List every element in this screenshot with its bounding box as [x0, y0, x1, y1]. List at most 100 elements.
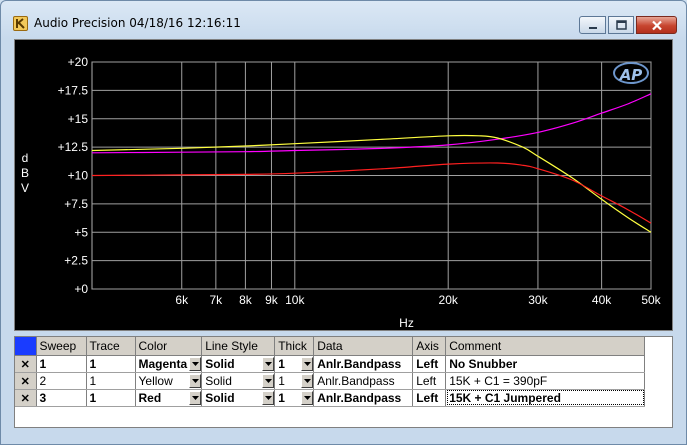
column-header-thick[interactable]: Thick: [274, 337, 315, 356]
series-line-3: [91, 162, 652, 224]
ap-logo: AP: [613, 62, 649, 84]
row-enable-checkbox[interactable]: ✕: [15, 389, 37, 407]
x-tick-label: 9k: [265, 293, 279, 307]
y-tick-label: +20: [68, 55, 89, 69]
line-style-value: Solid: [205, 373, 232, 388]
row-enable-checkbox[interactable]: ✕: [15, 372, 37, 390]
close-icon: [651, 20, 662, 30]
cell-color[interactable]: Yellow: [135, 372, 203, 390]
minimize-icon: [588, 27, 597, 29]
cell-thick[interactable]: 1: [274, 372, 315, 390]
color-value: Magenta: [138, 356, 188, 371]
dropdown-arrow-icon: [192, 378, 200, 383]
series-line-2: [91, 134, 652, 233]
cell-data[interactable]: Anlr.Bandpass: [313, 372, 414, 390]
color-dropdown-button[interactable]: [189, 390, 201, 405]
cell-line-style[interactable]: Solid: [201, 372, 276, 390]
cell-axis[interactable]: Left: [412, 355, 447, 373]
minimize-button[interactable]: [579, 16, 606, 34]
select-all-corner[interactable]: [15, 337, 37, 356]
line-style-value: Solid: [205, 390, 235, 405]
frequency-response-graph[interactable]: +20 +17.5 +15 +12.5 +10 +7.5 +5 +2.5 +0 6k 7k 8k 9k 1…: [14, 39, 673, 331]
line-style-dropdown-button[interactable]: [262, 356, 274, 371]
cell-data[interactable]: Anlr.Bandpass: [313, 389, 414, 407]
maximize-icon: [615, 20, 627, 30]
table-row[interactable]: ✕ 1 1 Magenta Solid 1 Anlr.Bandpass Left No Snub…: [15, 355, 646, 373]
cell-color[interactable]: Red: [135, 389, 203, 407]
table-row[interactable]: ✕ 2 1 Yellow Solid 1 Anlr.Bandpass Left 15K + C1…: [15, 372, 646, 390]
x-axis-label: Hz: [399, 316, 414, 330]
column-header-data[interactable]: Data: [313, 337, 414, 356]
checkbox-x-icon: ✕: [20, 375, 30, 388]
cell-trace[interactable]: 1: [86, 389, 136, 407]
x-tick-label: 40k: [592, 293, 612, 307]
checkbox-x-icon: ✕: [20, 392, 30, 405]
thick-value: 1: [278, 373, 285, 388]
thick-value: 1: [278, 356, 285, 371]
y-tick-label: +10: [68, 169, 89, 183]
row-enable-checkbox[interactable]: ✕: [15, 355, 37, 373]
table-header-row: Sweep Trace Color Line Style Thick Data …: [15, 337, 646, 356]
thick-dropdown-button[interactable]: [301, 390, 313, 405]
cell-line-style[interactable]: Solid: [201, 355, 276, 373]
dropdown-arrow-icon: [304, 361, 312, 366]
y-tick-label: +5: [74, 225, 88, 239]
cell-sweep[interactable]: 3: [36, 389, 87, 407]
dropdown-arrow-icon: [304, 378, 312, 383]
column-header-line-style[interactable]: Line Style: [201, 337, 276, 356]
color-value: Yellow: [138, 373, 173, 388]
line-style-dropdown-button[interactable]: [262, 390, 274, 405]
column-header-sweep[interactable]: Sweep: [36, 337, 87, 356]
color-value: Red: [138, 390, 162, 405]
y-tick-label: +0: [74, 282, 88, 296]
x-tick-label: 8k: [239, 293, 253, 307]
cell-comment[interactable]: No Snubber: [445, 355, 646, 373]
y-tick-label: +12.5: [58, 140, 89, 154]
y-axis-label: dBV: [21, 151, 29, 195]
cell-comment[interactable]: 15K + C1 = 390pF: [445, 372, 646, 390]
x-tick-label: 30k: [528, 293, 548, 307]
dropdown-arrow-icon: [192, 361, 200, 366]
cell-sweep[interactable]: 2: [36, 372, 87, 390]
thick-dropdown-button[interactable]: [301, 356, 313, 371]
cell-trace[interactable]: 1: [86, 355, 136, 373]
x-tick-label: 20k: [439, 293, 459, 307]
window-title: Audio Precision 04/18/16 12:16:11: [34, 16, 241, 30]
sweep-trace-table[interactable]: Sweep Trace Color Line Style Thick Data …: [14, 336, 673, 428]
title-bar[interactable]: Audio Precision 04/18/16 12:16:11: [1, 1, 686, 35]
y-tick-label: +7.5: [64, 197, 88, 211]
thick-dropdown-button[interactable]: [301, 373, 313, 388]
column-header-trace[interactable]: Trace: [86, 337, 136, 356]
cell-line-style[interactable]: Solid: [201, 389, 276, 407]
status-bar: [14, 432, 673, 438]
line-style-dropdown-button[interactable]: [262, 373, 274, 388]
checkbox-x-icon: ✕: [20, 358, 30, 371]
x-tick-label: 6k: [175, 293, 189, 307]
x-tick-label: 50k: [641, 293, 661, 307]
audio-precision-app-icon[interactable]: [13, 16, 28, 31]
table-row[interactable]: ✕ 3 1 Red Solid 1 Anlr.Bandpass Left 15K + C1 Ju…: [15, 389, 646, 407]
series-line-1: [91, 93, 652, 154]
dropdown-arrow-icon: [192, 395, 200, 400]
x-tick-label: 7k: [210, 293, 224, 307]
cell-comment[interactable]: 15K + C1 Jumpered: [445, 389, 646, 407]
cell-axis[interactable]: Left: [412, 389, 447, 407]
cell-sweep[interactable]: 1: [36, 355, 87, 373]
color-dropdown-button[interactable]: [189, 373, 201, 388]
column-header-comment[interactable]: Comment: [445, 337, 646, 356]
dropdown-arrow-icon: [265, 378, 273, 383]
color-dropdown-button[interactable]: [189, 356, 201, 371]
thick-value: 1: [278, 390, 285, 405]
column-header-color[interactable]: Color: [135, 337, 203, 356]
cell-trace[interactable]: 1: [86, 372, 136, 390]
cell-color[interactable]: Magenta: [135, 355, 203, 373]
cell-data[interactable]: Anlr.Bandpass: [313, 355, 414, 373]
y-tick-label: +17.5: [58, 83, 89, 97]
line-style-value: Solid: [205, 356, 235, 371]
maximize-button[interactable]: [608, 16, 634, 34]
cell-axis[interactable]: Left: [412, 372, 447, 390]
close-button[interactable]: [636, 16, 677, 34]
cell-thick[interactable]: 1: [274, 355, 315, 373]
cell-thick[interactable]: 1: [274, 389, 315, 407]
column-header-axis[interactable]: Axis: [412, 337, 447, 356]
